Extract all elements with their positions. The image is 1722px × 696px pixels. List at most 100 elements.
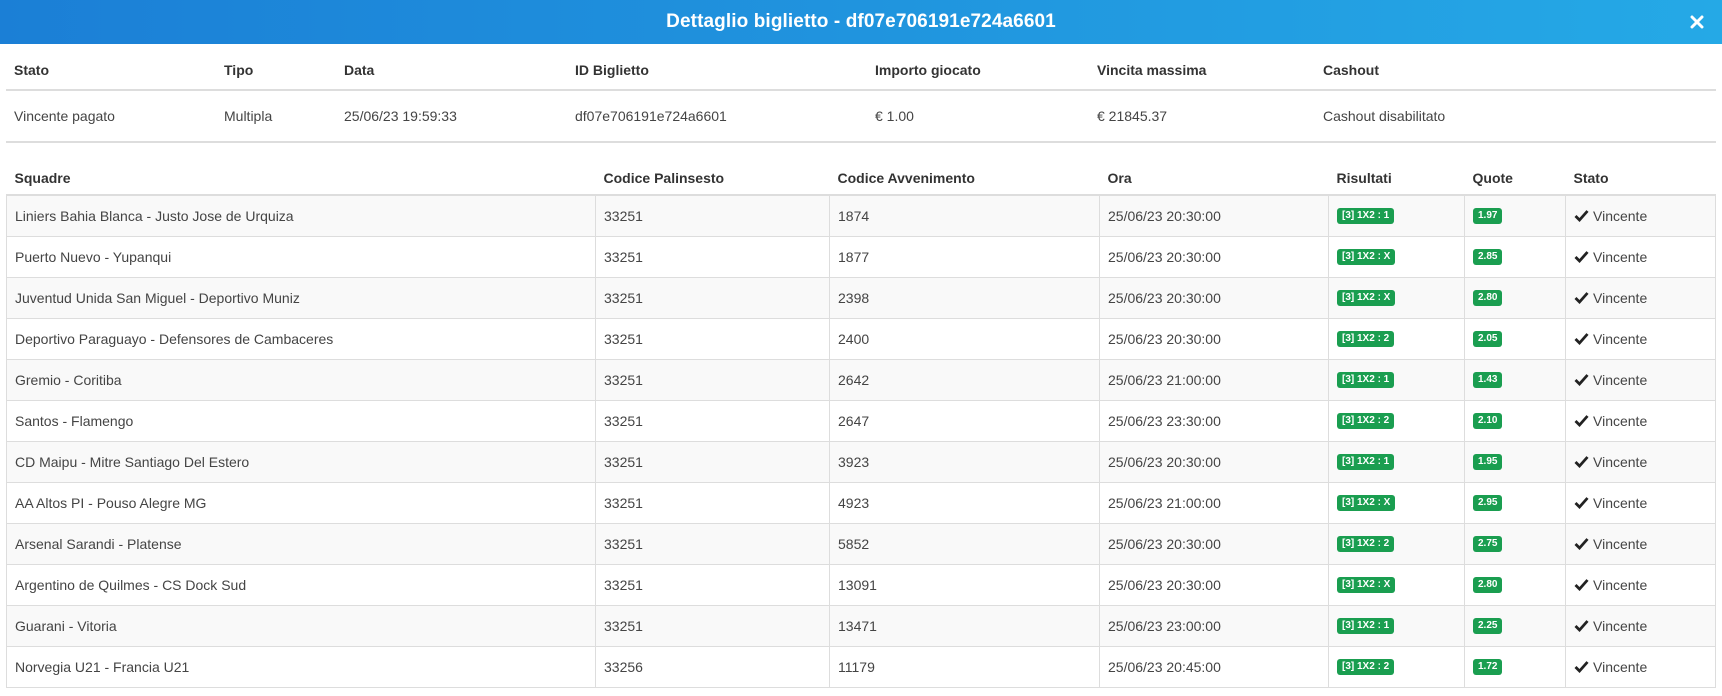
event-teams: Santos - Flamengo bbox=[6, 400, 596, 442]
event-teams: Juventud Unida San Miguel - Deportivo Mu… bbox=[6, 277, 596, 319]
summary-row: Vincente pagato Multipla 25/06/23 19:59:… bbox=[6, 90, 1716, 143]
table-row: Deportivo Paraguayo - Defensores de Camb… bbox=[6, 318, 1716, 360]
event-teams: Guarani - Vitoria bbox=[6, 605, 596, 647]
event-palinsesto: 33251 bbox=[595, 400, 830, 442]
summary-header-cashout: Cashout bbox=[1315, 44, 1716, 91]
event-risultato-cell: [3] 1X2 : 2 bbox=[1328, 523, 1465, 565]
event-avvenimento: 1874 bbox=[829, 195, 1100, 237]
event-teams: AA Altos PI - Pouso Alegre MG bbox=[6, 482, 596, 524]
table-row: Puerto Nuevo - Yupanqui 33251 1877 25/06… bbox=[6, 236, 1716, 278]
event-ora: 25/06/23 20:30:00 bbox=[1099, 318, 1329, 360]
event-palinsesto: 33251 bbox=[595, 482, 830, 524]
event-ora: 25/06/23 20:30:00 bbox=[1099, 195, 1329, 237]
summary-tipo: Multipla bbox=[216, 90, 336, 143]
check-icon bbox=[1574, 619, 1590, 633]
event-risultato-cell: [3] 1X2 : X bbox=[1328, 564, 1465, 606]
ticket-summary: Stato Tipo Data ID Biglietto Importo gio… bbox=[6, 44, 1716, 143]
event-avvenimento: 2642 bbox=[829, 359, 1100, 401]
events-header-risultati: Risultati bbox=[1328, 161, 1465, 196]
event-avvenimento: 1877 bbox=[829, 236, 1100, 278]
event-quota-badge: 1.43 bbox=[1473, 371, 1503, 388]
event-risultato-cell: [3] 1X2 : 2 bbox=[1328, 646, 1465, 688]
event-risultato-cell: [3] 1X2 : 2 bbox=[1328, 318, 1465, 360]
event-risultato-badge: [3] 1X2 : X bbox=[1337, 289, 1396, 306]
event-avvenimento: 5852 bbox=[829, 523, 1100, 565]
event-ora: 25/06/23 20:30:00 bbox=[1099, 236, 1329, 278]
event-stato-cell: Vincente bbox=[1565, 605, 1716, 647]
events-body: Liniers Bahia Blanca - Justo Jose de Urq… bbox=[6, 195, 1716, 688]
event-risultato-badge: [3] 1X2 : X bbox=[1337, 576, 1396, 593]
event-teams: Puerto Nuevo - Yupanqui bbox=[6, 236, 596, 278]
event-quota-cell: 2.25 bbox=[1464, 605, 1566, 647]
event-teams: Gremio - Coritiba bbox=[6, 359, 596, 401]
event-teams: Deportivo Paraguayo - Defensores de Camb… bbox=[6, 318, 596, 360]
table-row: Juventud Unida San Miguel - Deportivo Mu… bbox=[6, 277, 1716, 319]
event-stato: Vincente bbox=[1593, 535, 1648, 552]
event-stato-cell: Vincente bbox=[1565, 564, 1716, 606]
events-header-avvenimento: Codice Avvenimento bbox=[829, 161, 1100, 196]
summary-id: df07e706191e724a6601 bbox=[567, 90, 867, 143]
events-header-palinsesto: Codice Palinsesto bbox=[595, 161, 830, 196]
event-risultato-badge: [3] 1X2 : 2 bbox=[1337, 412, 1395, 429]
event-stato: Vincente bbox=[1593, 617, 1648, 634]
event-risultato-badge: [3] 1X2 : 1 bbox=[1337, 371, 1395, 388]
event-stato: Vincente bbox=[1593, 289, 1648, 306]
event-quota-badge: 2.05 bbox=[1473, 330, 1503, 347]
event-stato-cell: Vincente bbox=[1565, 482, 1716, 524]
check-icon bbox=[1574, 373, 1590, 387]
check-icon bbox=[1574, 455, 1590, 469]
event-ora: 25/06/23 20:30:00 bbox=[1099, 523, 1329, 565]
ticket-summary-table: Stato Tipo Data ID Biglietto Importo gio… bbox=[6, 44, 1716, 143]
events-table: Squadre Codice Palinsesto Codice Avvenim… bbox=[6, 161, 1716, 688]
close-button[interactable] bbox=[1684, 9, 1710, 35]
summary-data: 25/06/23 19:59:33 bbox=[336, 90, 567, 143]
event-risultato-cell: [3] 1X2 : 1 bbox=[1328, 441, 1465, 483]
table-row: Argentino de Quilmes - CS Dock Sud 33251… bbox=[6, 564, 1716, 606]
event-risultato-badge: [3] 1X2 : X bbox=[1337, 248, 1396, 265]
summary-cashout: Cashout disabilitato bbox=[1315, 90, 1716, 143]
table-row: Liniers Bahia Blanca - Justo Jose de Urq… bbox=[6, 195, 1716, 237]
event-stato: Vincente bbox=[1593, 371, 1648, 388]
event-stato-cell: Vincente bbox=[1565, 195, 1716, 237]
event-risultato-cell: [3] 1X2 : 1 bbox=[1328, 195, 1465, 237]
event-risultato-badge: [3] 1X2 : 1 bbox=[1337, 617, 1395, 634]
table-row: Norvegia U21 - Francia U21 33256 11179 2… bbox=[6, 646, 1716, 688]
check-icon bbox=[1574, 537, 1590, 551]
event-palinsesto: 33251 bbox=[595, 195, 830, 237]
table-row: Arsenal Sarandi - Platense 33251 5852 25… bbox=[6, 523, 1716, 565]
check-icon bbox=[1574, 209, 1590, 223]
event-stato-cell: Vincente bbox=[1565, 318, 1716, 360]
event-quota-cell: 1.97 bbox=[1464, 195, 1566, 237]
table-row: AA Altos PI - Pouso Alegre MG 33251 4923… bbox=[6, 482, 1716, 524]
event-quota-badge: 2.75 bbox=[1473, 535, 1503, 552]
events-header-quote: Quote bbox=[1464, 161, 1566, 196]
check-icon bbox=[1574, 291, 1590, 305]
event-quota-badge: 2.80 bbox=[1473, 576, 1503, 593]
event-palinsesto: 33251 bbox=[595, 236, 830, 278]
check-icon bbox=[1574, 414, 1590, 428]
event-palinsesto: 33251 bbox=[595, 523, 830, 565]
modal-title: Dettaglio biglietto - df07e706191e724a66… bbox=[666, 11, 1056, 32]
summary-header-tipo: Tipo bbox=[216, 44, 336, 91]
event-avvenimento: 2398 bbox=[829, 277, 1100, 319]
event-quota-cell: 1.43 bbox=[1464, 359, 1566, 401]
event-stato-cell: Vincente bbox=[1565, 277, 1716, 319]
event-quota-badge: 1.97 bbox=[1473, 207, 1503, 224]
event-quota-badge: 2.10 bbox=[1473, 412, 1503, 429]
event-teams: Liniers Bahia Blanca - Justo Jose de Urq… bbox=[6, 195, 596, 237]
check-icon bbox=[1574, 250, 1590, 264]
event-quota-badge: 2.85 bbox=[1473, 248, 1503, 265]
event-teams: Argentino de Quilmes - CS Dock Sud bbox=[6, 564, 596, 606]
event-stato-cell: Vincente bbox=[1565, 359, 1716, 401]
event-risultato-badge: [3] 1X2 : 2 bbox=[1337, 658, 1395, 675]
event-stato: Vincente bbox=[1593, 248, 1648, 265]
event-risultato-badge: [3] 1X2 : X bbox=[1337, 494, 1396, 511]
table-row: CD Maipu - Mitre Santiago Del Estero 332… bbox=[6, 441, 1716, 483]
modal-header: Dettaglio biglietto - df07e706191e724a66… bbox=[0, 0, 1722, 44]
event-ora: 25/06/23 23:30:00 bbox=[1099, 400, 1329, 442]
summary-header-row: Stato Tipo Data ID Biglietto Importo gio… bbox=[6, 44, 1716, 91]
event-risultato-cell: [3] 1X2 : 1 bbox=[1328, 359, 1465, 401]
summary-header-data: Data bbox=[336, 44, 567, 91]
events-header-stato: Stato bbox=[1565, 161, 1716, 196]
event-quota-cell: 2.75 bbox=[1464, 523, 1566, 565]
